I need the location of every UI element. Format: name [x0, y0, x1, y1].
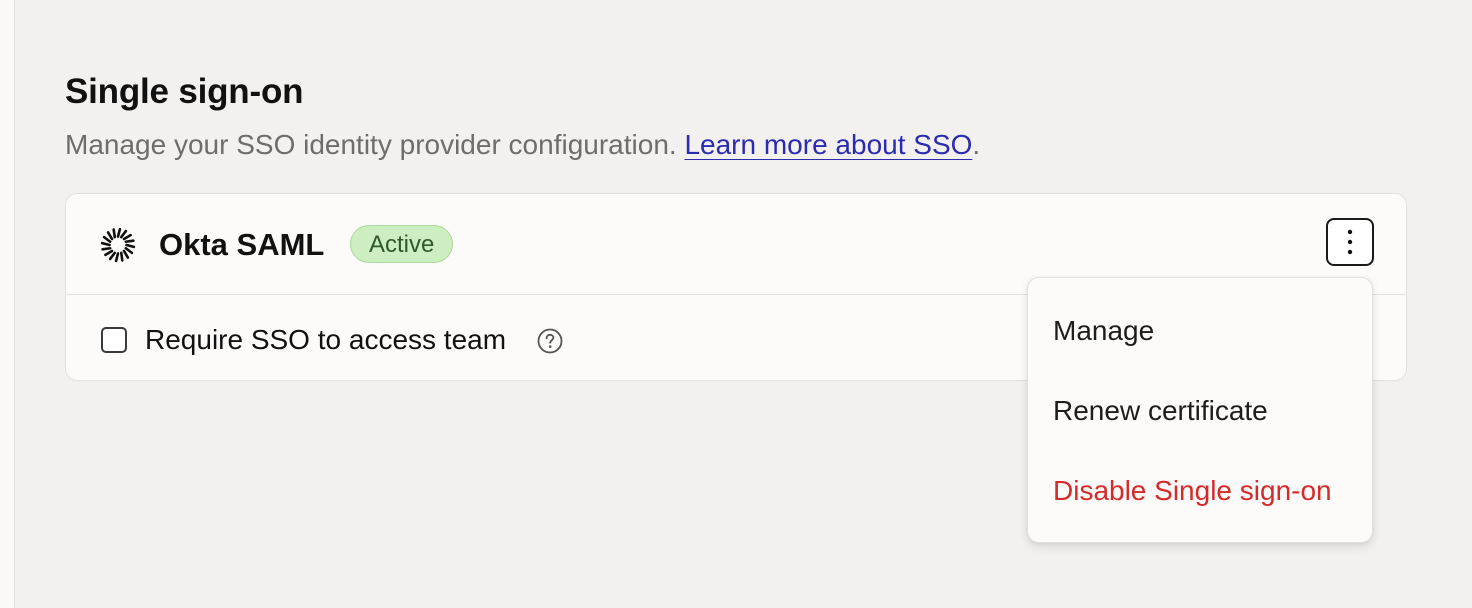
okta-ray [122, 233, 132, 241]
provider-options-menu: Manage Renew certificate Disable Single … [1027, 277, 1373, 543]
page-title: Single sign-on [65, 72, 304, 111]
okta-ray [100, 241, 111, 247]
sso-section: Single sign-on Manage your SSO identity … [65, 66, 1407, 381]
learn-more-link[interactable]: Learn more about SSO [684, 129, 972, 160]
okta-ray [124, 246, 134, 255]
okta-ray [104, 249, 114, 257]
okta-ray [125, 243, 136, 249]
okta-ray [101, 246, 112, 251]
okta-ray [102, 235, 112, 244]
okta-ray [106, 231, 114, 241]
section-description: Manage your SSO identity provider config… [65, 122, 1407, 168]
more-options-button[interactable] [1326, 218, 1374, 266]
require-sso-label[interactable]: Require SSO to access team [145, 319, 506, 361]
status-badge: Active [350, 225, 454, 263]
description-period: . [972, 129, 981, 160]
okta-ray [116, 227, 122, 238]
require-sso-checkbox[interactable] [101, 327, 127, 353]
okta-ray [122, 249, 130, 259]
okta-ray [114, 252, 120, 263]
menu-item-manage[interactable]: Manage [1053, 311, 1154, 351]
description-text: Manage your SSO identity provider config… [65, 129, 685, 160]
provider-name: Okta SAML [159, 227, 325, 262]
menu-item-renew-certificate[interactable]: Renew certificate [1053, 391, 1268, 431]
okta-ray [108, 251, 117, 261]
okta-ray [112, 228, 117, 239]
more-vertical-icon [1347, 229, 1353, 255]
sidebar-edge [0, 0, 15, 608]
okta-ray [124, 239, 135, 244]
okta-ray [119, 251, 124, 262]
okta-sunburst-icon [100, 227, 136, 263]
question-circle-icon[interactable] [537, 328, 563, 354]
menu-item-disable-sso[interactable]: Disable Single sign-on [1053, 471, 1332, 511]
okta-ray [119, 229, 128, 239]
